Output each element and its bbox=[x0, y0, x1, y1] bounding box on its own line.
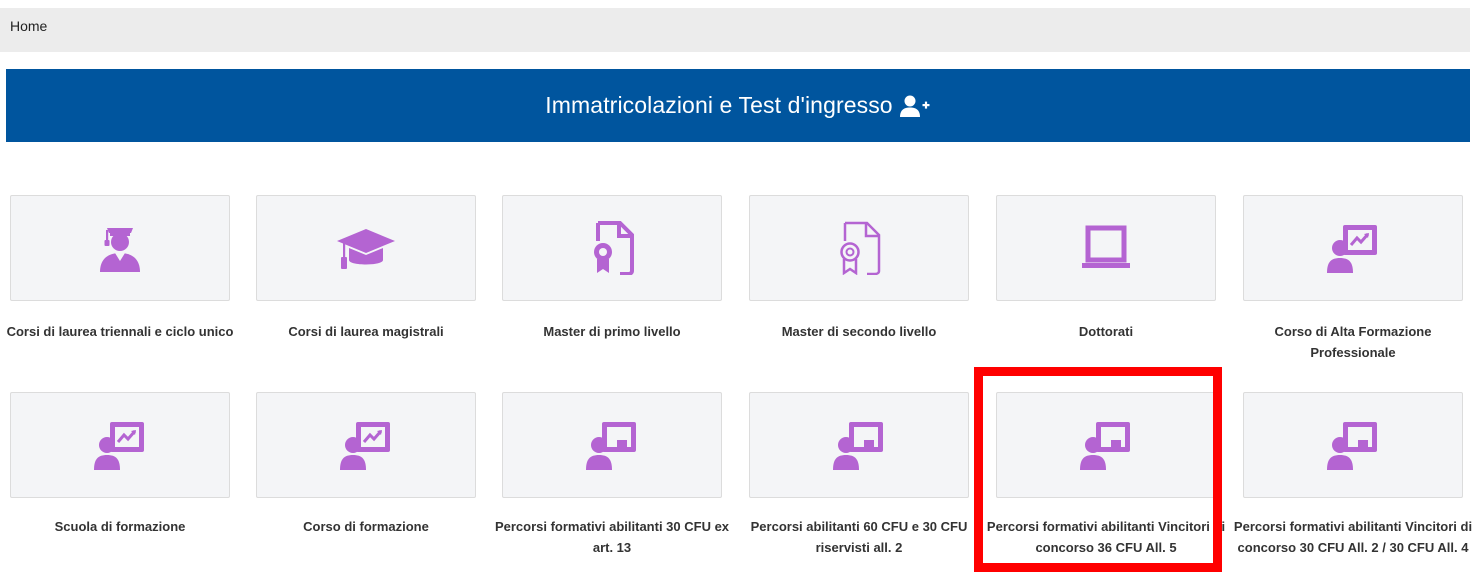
tile-percorsi-30-cfu-art13[interactable] bbox=[502, 392, 722, 498]
tile-label[interactable]: Master di primo livello bbox=[492, 321, 732, 342]
teacher-board-icon bbox=[831, 419, 887, 471]
tile-label[interactable]: Percorsi formativi abilitanti 30 CFU ex … bbox=[492, 516, 732, 558]
teacher-board-icon bbox=[584, 419, 640, 471]
tile-label[interactable]: Master di secondo livello bbox=[739, 321, 979, 342]
certificate-icon bbox=[590, 221, 634, 275]
tile-corso-di-formazione[interactable] bbox=[256, 392, 476, 498]
page-title: Immatricolazioni e Test d'ingresso bbox=[545, 92, 893, 118]
highlight-box bbox=[974, 367, 1222, 572]
tile-percorsi-vincitori-30-cfu[interactable] bbox=[1243, 392, 1463, 498]
page-banner: Immatricolazioni e Test d'ingresso bbox=[6, 69, 1470, 142]
teacher-board-icon bbox=[1325, 419, 1381, 471]
laptop-icon bbox=[1079, 224, 1133, 272]
tile-label[interactable]: Corso di Alta Formazione Professionale bbox=[1233, 321, 1473, 363]
graduation-cap-icon bbox=[335, 224, 397, 272]
tile-master-primo-livello[interactable] bbox=[502, 195, 722, 301]
certificate-outline-icon bbox=[837, 221, 881, 275]
presentation-chart-icon bbox=[338, 419, 394, 471]
presentation-chart-icon bbox=[92, 419, 148, 471]
add-user-icon bbox=[899, 94, 931, 118]
tile-alta-formazione-professionale[interactable] bbox=[1243, 195, 1463, 301]
tile-label[interactable]: Dottorati bbox=[986, 321, 1226, 342]
tile-label[interactable]: Percorsi formativi abilitanti Vincitori … bbox=[1233, 516, 1473, 558]
breadcrumb-home-link[interactable]: Home bbox=[10, 18, 47, 34]
tile-corsi-laurea-magistrali[interactable] bbox=[256, 195, 476, 301]
tile-label[interactable]: Corsi di laurea magistrali bbox=[246, 321, 486, 342]
tile-corsi-laurea-triennali[interactable] bbox=[10, 195, 230, 301]
tile-label[interactable]: Corso di formazione bbox=[246, 516, 486, 537]
presentation-chart-icon bbox=[1325, 222, 1381, 274]
student-icon bbox=[98, 223, 142, 273]
tile-label[interactable]: Corsi di laurea triennali e ciclo unico bbox=[0, 321, 240, 342]
tile-percorsi-60-cfu-riservisti[interactable] bbox=[749, 392, 969, 498]
tile-master-secondo-livello[interactable] bbox=[749, 195, 969, 301]
tile-scuola-di-formazione[interactable] bbox=[10, 392, 230, 498]
tile-dottorati[interactable] bbox=[996, 195, 1216, 301]
tile-label[interactable]: Percorsi abilitanti 60 CFU e 30 CFU rise… bbox=[739, 516, 979, 558]
tile-label[interactable]: Scuola di formazione bbox=[0, 516, 240, 537]
breadcrumb: Home bbox=[0, 8, 1470, 52]
